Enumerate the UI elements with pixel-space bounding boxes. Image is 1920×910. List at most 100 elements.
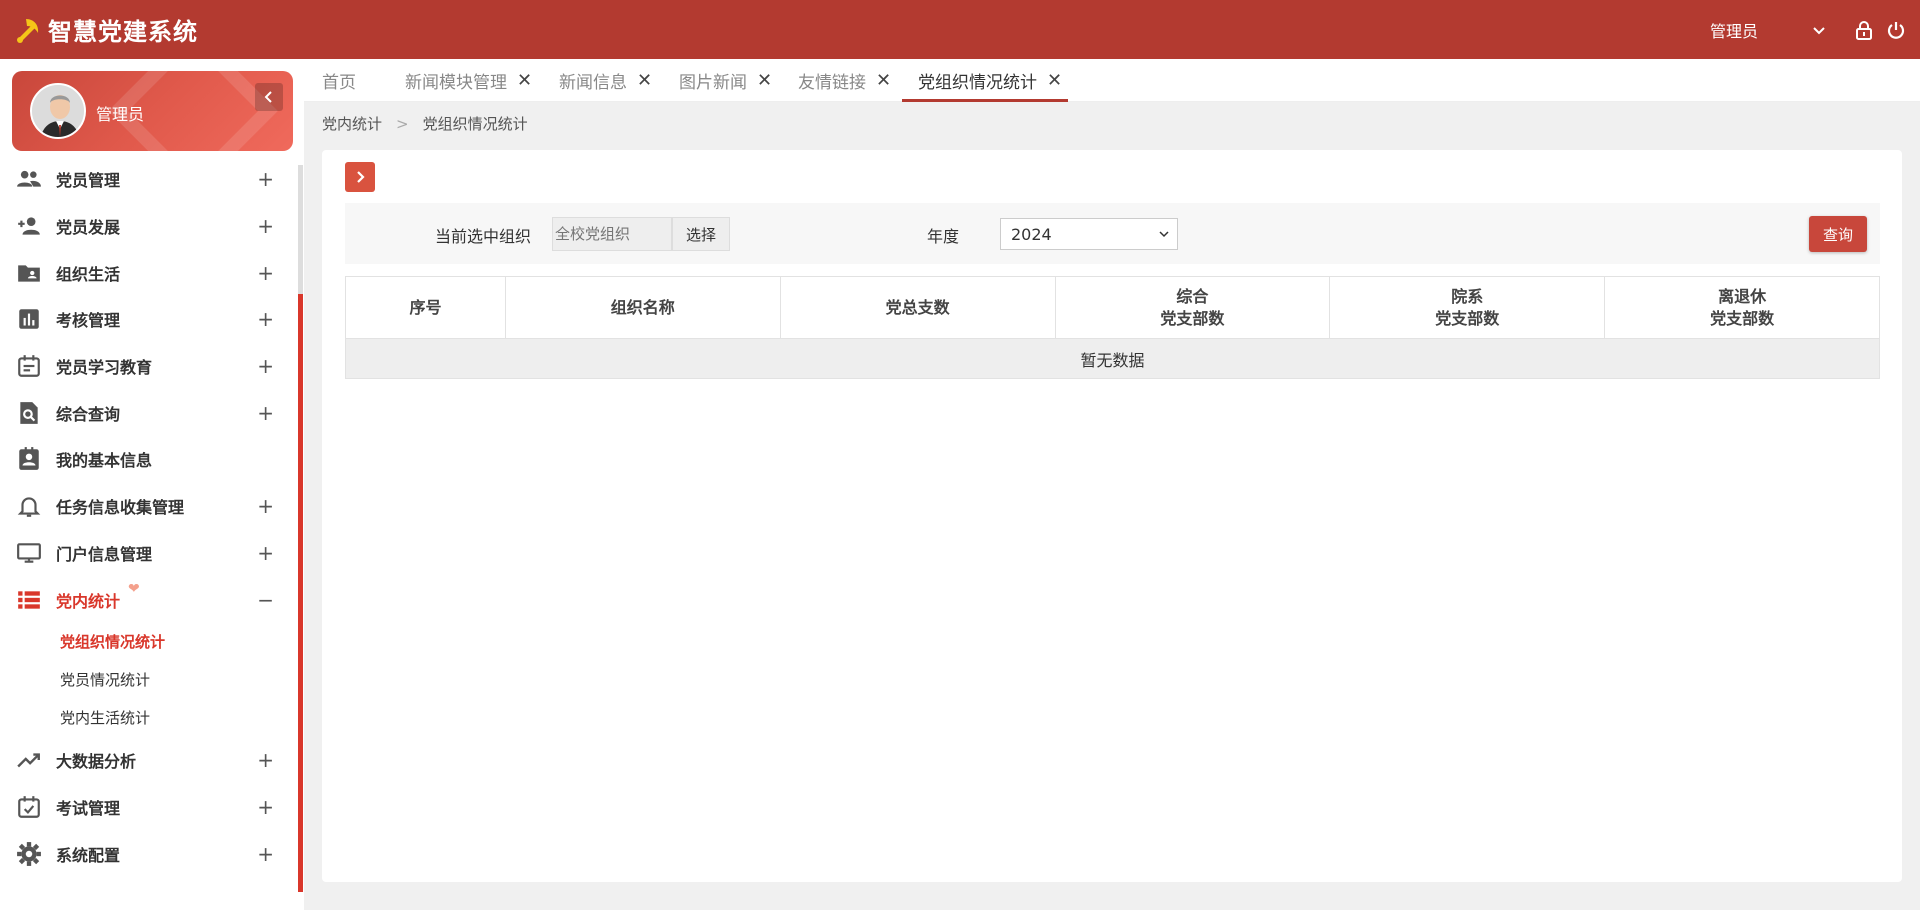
expand-icon[interactable]: + (257, 496, 274, 516)
monitor-icon (17, 543, 41, 563)
expand-icon[interactable]: + (257, 169, 274, 189)
breadcrumb-current: 党组织情况统计 (422, 115, 528, 133)
stats-table: 序号 组织名称 党总支数 综合 党支部数 院系 党支部数 离退休 党支部数 暂无数据 (345, 276, 1880, 379)
user-menu[interactable]: 管理员 (1710, 18, 1758, 42)
collapse-sidebar-button[interactable] (255, 83, 283, 111)
close-icon[interactable]: ✕ (517, 70, 532, 91)
folder-user-icon (18, 265, 40, 282)
search-doc-icon (20, 401, 38, 424)
sidebar-item-org-life[interactable]: 组织生活 + (0, 249, 298, 296)
sidebar-item-label: 党员管理 (56, 171, 121, 191)
tab-org-stats[interactable]: 党组织情况统计 ✕ (901, 59, 1069, 102)
expand-icon[interactable]: + (257, 797, 274, 817)
sidebar-item-settings[interactable]: 系统配置 + (0, 830, 298, 877)
close-icon[interactable]: ✕ (1047, 70, 1062, 91)
sidebar-item-study-education[interactable]: 党员学习教育 + (0, 343, 298, 390)
filter-bar: 当前选中组织 选择 年度 2024 查询 (345, 203, 1880, 264)
header-line: 组织名称 (610, 297, 675, 317)
expand-icon[interactable]: + (257, 403, 274, 423)
expand-icon[interactable]: + (257, 356, 274, 376)
sidebar-item-label: 党员发展 (56, 218, 121, 238)
header-line: 院系 (1451, 286, 1484, 306)
column-header[interactable]: 离退休 党支部数 (1604, 276, 1880, 339)
power-icon[interactable] (1886, 20, 1906, 40)
select-org-button[interactable]: 选择 (672, 217, 730, 251)
sidebar-subitem-org-stats[interactable]: 党组织情况统计 (0, 623, 298, 661)
sidebar-subitem-life-stats[interactable]: 党内生活统计 (0, 699, 298, 737)
breadcrumb-separator: > (396, 115, 409, 133)
trending-up-icon (17, 753, 40, 768)
close-icon[interactable]: ✕ (757, 70, 772, 91)
heart-icon: ❤ (128, 581, 140, 597)
sidebar-item-label: 考试管理 (56, 798, 121, 818)
tab-news-module[interactable]: 新闻模块管理 ✕ (405, 59, 532, 102)
close-icon[interactable]: ✕ (637, 70, 652, 91)
expand-icon[interactable]: + (257, 750, 274, 770)
expand-icon[interactable]: + (257, 844, 274, 864)
column-header[interactable]: 院系 党支部数 (1329, 276, 1606, 339)
column-header[interactable]: 组织名称 (504, 276, 781, 339)
scrollbar-thumb[interactable] (298, 294, 303, 892)
chevron-down-icon (1159, 231, 1169, 238)
tab-bar: 首页 新闻模块管理 ✕ 新闻信息 ✕ 图片新闻 ✕ 友情链接 ✕ 党组织情况统计… (304, 59, 1920, 102)
table-row: 暂无数据 (345, 338, 1880, 379)
column-header[interactable]: 序号 (345, 276, 506, 339)
profile-card: 管理员 (12, 71, 293, 151)
column-header[interactable]: 党总支数 (779, 276, 1056, 339)
chevron-down-icon[interactable] (1812, 23, 1826, 37)
collapse-icon[interactable]: − (257, 590, 274, 610)
tab-label: 首页 (322, 73, 356, 93)
column-header[interactable]: 综合 党支部数 (1054, 276, 1331, 339)
sidebar-item-query[interactable]: 综合查询 + (0, 389, 298, 436)
sidebar-item-label: 我的基本信息 (56, 451, 153, 471)
year-label: 年度 (927, 227, 960, 246)
tab-news-info[interactable]: 新闻信息 ✕ (559, 59, 652, 102)
expand-icon[interactable]: + (257, 309, 274, 329)
sidebar-item-member-management[interactable]: 党员管理 + (0, 156, 298, 203)
expand-icon[interactable]: + (257, 216, 274, 236)
org-input[interactable] (552, 217, 672, 251)
query-button[interactable]: 查询 (1809, 216, 1867, 252)
toggle-tree-button[interactable] (345, 162, 375, 192)
person-add-icon (18, 217, 40, 235)
expand-icon[interactable]: + (257, 543, 274, 563)
list-icon (18, 590, 40, 609)
lock-icon[interactable] (1854, 20, 1874, 40)
sidebar-item-party-stats[interactable]: 党内统计 − (0, 576, 298, 623)
sidebar-item-assessment[interactable]: 考核管理 + (0, 296, 298, 343)
sidebar-item-exam[interactable]: 考试管理 + (0, 784, 298, 831)
sidebar-item-label: 大数据分析 (56, 752, 137, 772)
breadcrumb: 党内统计 > 党组织情况统计 (322, 113, 528, 134)
expand-icon[interactable]: + (257, 263, 274, 283)
header-line: 党支部数 (1710, 308, 1775, 328)
sidebar: 管理员 党员管理 + 党员发展 + 组织生活 + 考核管理 + 党员学习教育 +… (0, 59, 304, 910)
party-emblem-icon (17, 18, 39, 43)
sidebar-subitem-member-stats[interactable]: 党员情况统计 (0, 661, 298, 699)
header-line: 党支部数 (1160, 308, 1225, 328)
header-line: 离退休 (1718, 286, 1767, 306)
sidebar-item-portal[interactable]: 门户信息管理 + (0, 530, 298, 577)
sidebar-item-my-info[interactable]: 我的基本信息 (0, 436, 298, 483)
people-icon (17, 171, 41, 187)
sidebar-item-label: 组织生活 (56, 264, 121, 284)
chevron-right-icon (357, 171, 365, 183)
tab-home[interactable]: 首页 (322, 59, 356, 102)
sidebar-item-member-development[interactable]: 党员发展 + (0, 203, 298, 250)
header-line: 综合 (1176, 286, 1209, 306)
header-line: 党支部数 (1435, 308, 1500, 328)
tab-image-news[interactable]: 图片新闻 ✕ (679, 59, 772, 102)
sidebar-item-task-collection[interactable]: 任务信息收集管理 + (0, 483, 298, 530)
sidebar-item-big-data[interactable]: 大数据分析 + (0, 737, 298, 784)
contact-card-icon (19, 447, 39, 471)
app-title: 智慧党建系统 (48, 18, 198, 46)
year-select[interactable]: 2024 (1000, 218, 1178, 250)
sidebar-item-label: 综合查询 (56, 404, 121, 424)
tab-label: 党组织情况统计 (918, 73, 1037, 93)
scrollbar-track[interactable] (298, 165, 303, 294)
tab-links[interactable]: 友情链接 ✕ (798, 59, 891, 102)
app-logo: 智慧党建系统 (12, 12, 198, 47)
sidebar-item-label: 系统配置 (56, 845, 121, 865)
close-icon[interactable]: ✕ (876, 70, 891, 91)
breadcrumb-parent[interactable]: 党内统计 (322, 115, 382, 133)
gear-icon (17, 841, 41, 866)
